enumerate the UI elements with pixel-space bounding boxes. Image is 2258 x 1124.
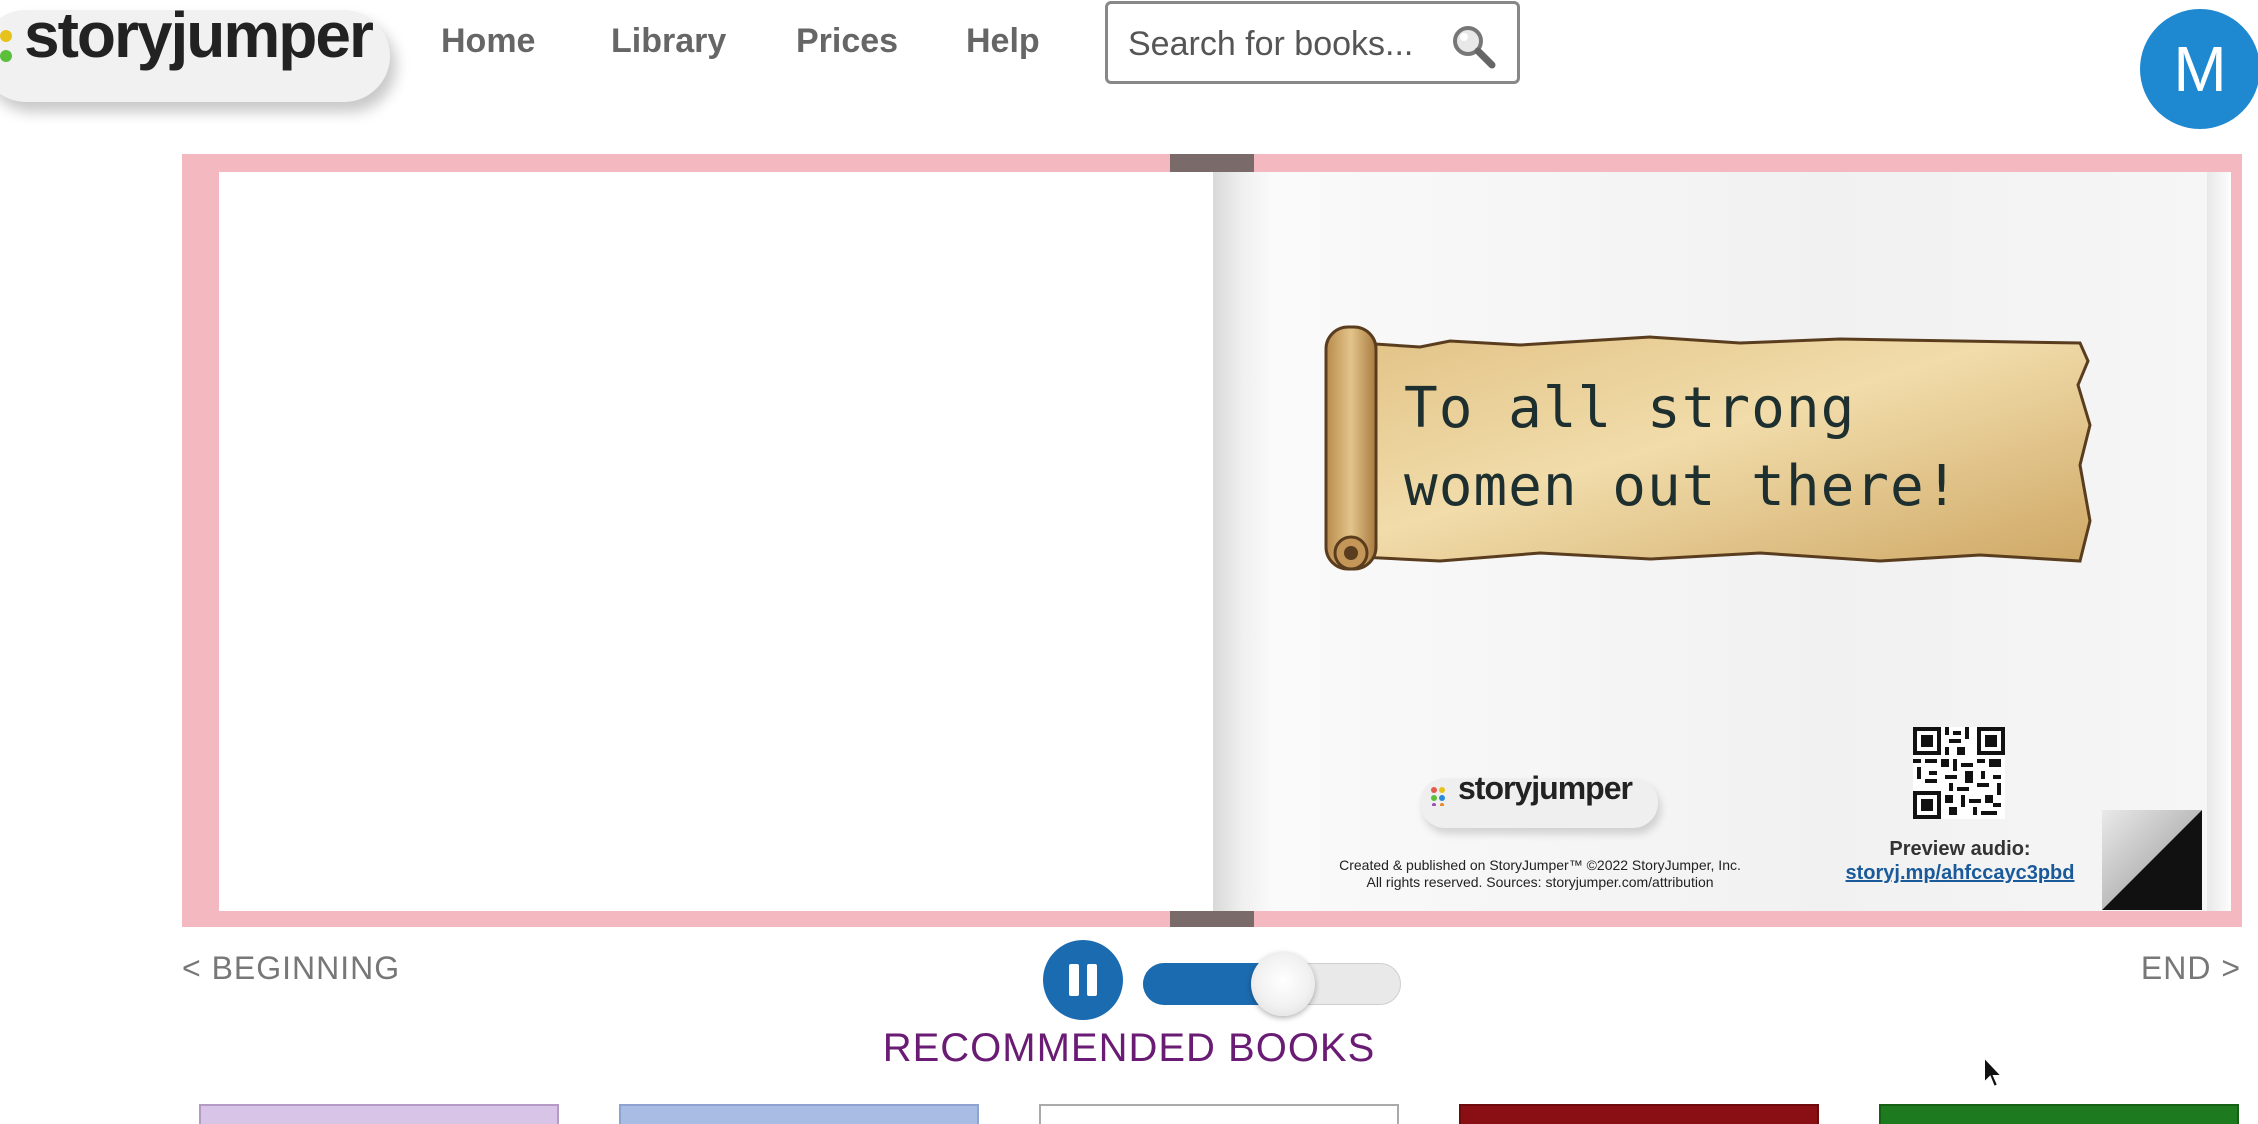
nav-prices[interactable]: Prices — [796, 22, 898, 61]
dedication-line-1: To all strong — [1404, 376, 1856, 441]
storyjumper-logo[interactable]: storyjumper — [0, 0, 395, 105]
nav-home[interactable]: Home — [441, 22, 535, 61]
nav-library[interactable]: Library — [611, 22, 726, 61]
pause-icon-bar — [1087, 964, 1097, 996]
publisher-logo-dots — [1431, 787, 1445, 806]
preview-audio-label: Preview audio: — [1889, 838, 2031, 860]
book-page-left — [219, 172, 1213, 911]
nav-help[interactable]: Help — [966, 22, 1040, 61]
recommended-books-title: RECOMMENDED BOOKS — [882, 1026, 1376, 1070]
preview-audio-link[interactable]: storyj.mp/ahfccayc3pbd — [1830, 862, 2090, 885]
credits-line-2: All rights reserved. Sources: storyjumpe… — [1366, 874, 1714, 890]
page-curl-icon[interactable] — [2102, 810, 2202, 910]
page-edge — [2207, 172, 2231, 911]
book-spine-bottom — [1170, 910, 1254, 927]
recommended-book-2[interactable] — [619, 1104, 979, 1124]
recommended-book-3[interactable] — [1039, 1104, 1399, 1124]
copyright-credits: Created & published on StoryJumper™ ©202… — [1310, 857, 1770, 891]
end-link[interactable]: END > — [2141, 950, 2241, 987]
credits-line-1: Created & published on StoryJumper™ ©202… — [1339, 857, 1741, 873]
beginning-link[interactable]: < BEGINNING — [182, 950, 400, 987]
dedication-line-2: women out there! — [1404, 454, 1960, 519]
pause-button[interactable] — [1043, 940, 1123, 1020]
publisher-logo: storyjumper — [1420, 770, 1660, 830]
search-icon[interactable] — [1449, 22, 1497, 70]
recommended-book-4[interactable] — [1459, 1104, 1819, 1124]
book-spine-top — [1170, 154, 1254, 174]
recommended-book-5[interactable] — [1879, 1104, 2239, 1124]
search-box — [1105, 1, 1520, 84]
pause-icon — [1069, 964, 1079, 996]
publisher-logo-text: storyjumper — [1458, 770, 1633, 806]
search-input[interactable] — [1126, 18, 1450, 70]
mouse-cursor-icon — [1983, 1055, 2005, 1089]
dedication-text: To all strong women out there! — [1404, 370, 2024, 526]
logo-text: storyjumper — [24, 0, 374, 71]
recommended-book-1[interactable] — [199, 1104, 559, 1124]
qr-code-icon — [1913, 727, 2005, 819]
user-avatar[interactable]: M — [2140, 9, 2258, 129]
audio-progress-knob[interactable] — [1251, 952, 1316, 1016]
